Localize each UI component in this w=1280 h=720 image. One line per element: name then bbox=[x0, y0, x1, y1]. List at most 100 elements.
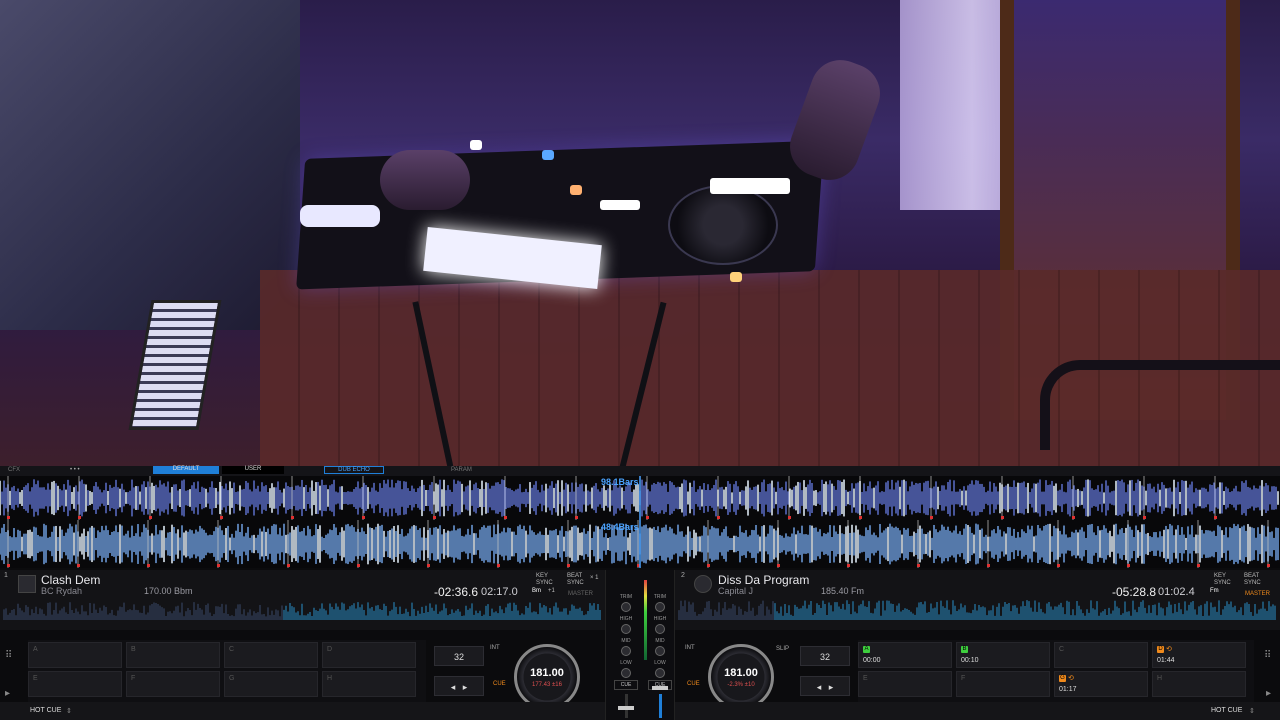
hotcue-time: 00:10 bbox=[961, 657, 979, 664]
controller-led bbox=[542, 150, 554, 160]
hotcue-time: 00:00 bbox=[863, 657, 881, 664]
trim-knob-2[interactable] bbox=[655, 602, 665, 612]
deck2-track-overview[interactable] bbox=[675, 598, 1280, 622]
deck1-int-label[interactable]: INT bbox=[490, 645, 500, 651]
deck1-pad-f[interactable]: F bbox=[126, 671, 220, 697]
grid-icon[interactable]: ⠿ bbox=[5, 650, 12, 661]
deck2-time-elapsed: 01:02.4 bbox=[1158, 586, 1195, 598]
mid-knob-2[interactable] bbox=[655, 646, 665, 656]
low-label: LOW bbox=[620, 660, 632, 666]
deck2-loop-nav[interactable]: ◂ ▸ bbox=[800, 676, 850, 696]
loop-icon: ⟲ bbox=[1166, 646, 1172, 653]
deck2-pad-g[interactable]: G ⟲ 01:17 bbox=[1054, 671, 1148, 697]
deck2-int-label[interactable]: INT bbox=[685, 645, 695, 651]
deck1-loop-size[interactable]: 32 bbox=[434, 646, 484, 666]
deck2-platter[interactable]: 181.00 -2.3% ±10 bbox=[708, 644, 774, 710]
deck1-loop-nav[interactable]: ◂ ▸ bbox=[434, 676, 484, 696]
deck1-pad-h[interactable]: H bbox=[322, 671, 416, 697]
deck2-artwork bbox=[694, 575, 712, 593]
deck1-track-overview[interactable] bbox=[0, 600, 605, 622]
chair bbox=[1040, 360, 1280, 450]
mid-knob-1[interactable] bbox=[621, 646, 631, 656]
deck2-pads: A 00:00 B 00:10 C D ⟲ 01:44 E F G ⟲ 01:1… bbox=[858, 640, 1254, 702]
hotcue-marker: A bbox=[863, 646, 870, 653]
controller-led bbox=[570, 185, 582, 195]
chevron-icon[interactable]: ▸ bbox=[5, 688, 10, 699]
pad-letter: F bbox=[961, 675, 966, 682]
deck1-pad-g[interactable]: G bbox=[224, 671, 318, 697]
deck2-bottombar: HOT CUE ⇕ bbox=[675, 702, 1280, 720]
deck1-time-remaining: -02:36.6 bbox=[434, 585, 479, 599]
deck1-platter[interactable]: 181.00 177.43 ±16 bbox=[514, 644, 580, 710]
waveform-graphic bbox=[0, 476, 1279, 520]
deck2-pad-a[interactable]: A 00:00 bbox=[858, 642, 952, 668]
deck2-key-sync-button[interactable]: KEY SYNC bbox=[1214, 573, 1236, 587]
fx-topbar: CFX • • • DEFAULT USER DUB ECHO PARAM bbox=[0, 466, 1280, 476]
fader-cap-1[interactable] bbox=[618, 706, 634, 710]
user-button[interactable]: USER bbox=[222, 466, 284, 474]
deck2-master-button[interactable]: MASTER bbox=[1245, 591, 1270, 598]
fx-select[interactable]: DUB ECHO bbox=[324, 466, 384, 474]
deck1-pad-b[interactable]: B bbox=[126, 642, 220, 668]
controller-led bbox=[300, 205, 380, 227]
deck1-bpm-key: 170.00 Bbm bbox=[144, 586, 193, 596]
high-label: HIGH bbox=[653, 616, 667, 622]
deck2-pad-d[interactable]: D ⟲ 01:44 bbox=[1152, 642, 1246, 668]
high-knob-1[interactable] bbox=[621, 624, 631, 634]
fader-cap-2[interactable] bbox=[652, 686, 668, 690]
deck1-x1[interactable]: × 1 bbox=[590, 575, 599, 582]
default-button[interactable]: DEFAULT bbox=[153, 466, 219, 474]
trim-knob-1[interactable] bbox=[621, 602, 631, 612]
deck1-bars-label: 98.1Bars bbox=[601, 477, 639, 487]
deck2-cue-button[interactable]: CUE bbox=[687, 681, 700, 687]
deck1-time-elapsed: 02:17.0 bbox=[481, 586, 518, 598]
deck2-pad-h[interactable]: H bbox=[1152, 671, 1246, 697]
low-knob-1[interactable] bbox=[621, 668, 631, 678]
chevron-icon[interactable]: ▸ bbox=[1266, 688, 1271, 699]
deck2-info: 2 Diss Da Program Capital J 185.40 Fm -0… bbox=[675, 570, 1280, 630]
deck1-key-sync-button[interactable]: KEY SYNC bbox=[536, 573, 558, 587]
deck2-title: Diss Da Program bbox=[718, 573, 810, 587]
deck1-pad-a[interactable]: A bbox=[28, 642, 122, 668]
sofa bbox=[0, 0, 300, 330]
deck1-pad-e[interactable]: E bbox=[28, 671, 122, 697]
deck1-artist: BC Rydah bbox=[41, 586, 83, 596]
pad-letter: C bbox=[229, 646, 235, 653]
controller-led bbox=[600, 200, 640, 210]
deck1-beat-sync-button[interactable]: BEAT SYNC bbox=[567, 573, 589, 587]
deck2-pad-f[interactable]: F bbox=[956, 671, 1050, 697]
deck1-master-button[interactable]: MASTER bbox=[568, 591, 593, 598]
dots-icon[interactable]: • • • bbox=[70, 467, 80, 473]
high-knob-2[interactable] bbox=[655, 624, 665, 634]
hand bbox=[380, 150, 470, 210]
deck1-waveform[interactable] bbox=[0, 476, 1280, 520]
deck2-waveform[interactable] bbox=[0, 520, 1280, 568]
deck2-slip-button[interactable]: SLIP bbox=[776, 646, 789, 652]
deck2-beat-sync-button[interactable]: BEAT SYNC bbox=[1244, 573, 1266, 587]
pad-letter: H bbox=[327, 675, 333, 682]
cue-button-1[interactable]: CUE bbox=[614, 680, 638, 690]
deck2-pad-c[interactable]: C bbox=[1054, 642, 1148, 668]
cfx-label: CFX bbox=[8, 467, 20, 473]
deck1-bottombar: HOT CUE ⇕ bbox=[0, 702, 605, 720]
deck1-key-value: Bm bbox=[532, 588, 541, 594]
deck1-cue-button[interactable]: CUE bbox=[493, 681, 506, 687]
controller-display bbox=[710, 178, 790, 194]
deck2-pad-b[interactable]: B 00:10 bbox=[956, 642, 1050, 668]
channel-fader-2[interactable] bbox=[659, 694, 662, 718]
deck2-loop-size[interactable]: 32 bbox=[800, 646, 850, 666]
hotcue-time: 01:17 bbox=[1059, 686, 1077, 693]
chevron-updown-icon[interactable]: ⇕ bbox=[66, 707, 72, 715]
low-knob-2[interactable] bbox=[655, 668, 665, 678]
deck1-platter-pitch: 177.43 ±16 bbox=[532, 682, 562, 688]
hotcue-time: 01:44 bbox=[1157, 657, 1175, 664]
deck1-pad-d[interactable]: D bbox=[322, 642, 416, 668]
chevron-updown-icon[interactable]: ⇕ bbox=[1249, 707, 1255, 715]
pad-letter: F bbox=[131, 675, 136, 682]
deck1-pad-c[interactable]: C bbox=[224, 642, 318, 668]
deck2-hotcue-mode[interactable]: HOT CUE bbox=[1211, 707, 1242, 714]
grid-icon[interactable]: ⠿ bbox=[1264, 650, 1271, 661]
controller-led bbox=[470, 140, 482, 150]
deck2-pad-e[interactable]: E bbox=[858, 671, 952, 697]
deck1-hotcue-mode[interactable]: HOT CUE bbox=[30, 707, 61, 714]
